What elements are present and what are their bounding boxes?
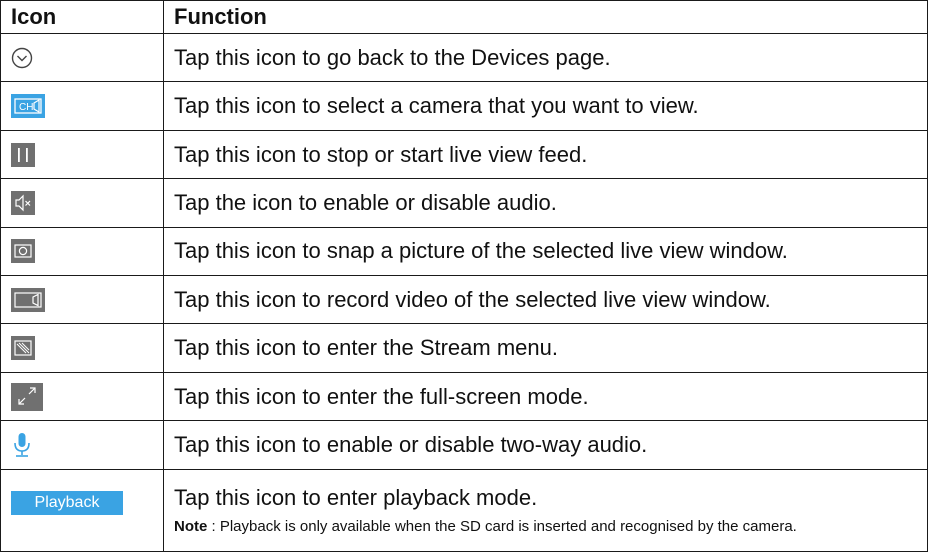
function-column-header: Function xyxy=(163,0,928,34)
icon-column-header: Icon xyxy=(0,0,164,34)
table-row: CH Tap this icon to select a camera that… xyxy=(0,81,928,131)
icon-cell xyxy=(0,32,164,83)
note-label: Note xyxy=(174,517,208,535)
svg-text:CH: CH xyxy=(19,102,33,113)
snapshot-icon xyxy=(11,239,35,264)
pause-icon xyxy=(11,142,35,167)
stream-menu-icon xyxy=(11,336,35,361)
table-row: Tap this icon to enter the Stream menu. xyxy=(0,323,928,373)
icon-function-table: Icon Function Tap this icon to go back t… xyxy=(0,0,928,553)
function-text: Tap this icon to select a camera that yo… xyxy=(163,81,928,131)
table-row: Tap this icon to enter the full-screen m… xyxy=(0,371,928,422)
icon-cell xyxy=(0,129,164,180)
chevron-down-circle-icon xyxy=(11,47,33,69)
fullscreen-icon xyxy=(11,382,43,411)
table-row: Tap this icon to stop or start live view… xyxy=(0,129,928,180)
table-header-row: Icon Function xyxy=(0,0,928,34)
table-row: Tap this icon to enable or disable two-w… xyxy=(0,420,928,470)
function-text: Tap this icon to enter the Stream menu. xyxy=(163,323,928,373)
note-body: : Playback is only available when the SD… xyxy=(207,517,797,535)
icon-cell: CH xyxy=(0,81,164,131)
table-row: Tap this icon to go back to the Devices … xyxy=(0,32,928,83)
icon-cell xyxy=(0,226,164,277)
function-text: Tap the icon to enable or disable audio. xyxy=(163,178,928,228)
table-row: Playback Tap this icon to enter playback… xyxy=(0,468,928,553)
function-text: Tap this icon to snap a picture of the s… xyxy=(163,226,928,277)
icon-cell: Playback xyxy=(0,468,164,553)
speaker-mute-icon xyxy=(11,190,35,215)
function-text: Tap this icon to enter playback mode. xyxy=(174,484,538,510)
function-text-cell: Tap this icon to enter playback mode. No… xyxy=(163,468,928,553)
table-row: Tap the icon to enable or disable audio. xyxy=(0,178,928,228)
table-row: Tap this icon to snap a picture of the s… xyxy=(0,226,928,277)
record-video-icon xyxy=(11,287,45,312)
icon-cell xyxy=(0,323,164,373)
microphone-icon xyxy=(11,431,33,459)
function-text: Tap this icon to record video of the sel… xyxy=(163,275,928,325)
camera-select-icon: CH xyxy=(11,94,45,119)
table-row: Tap this icon to record video of the sel… xyxy=(0,275,928,325)
function-text: Tap this icon to stop or start live view… xyxy=(163,129,928,180)
icon-cell xyxy=(0,275,164,325)
playback-button: Playback xyxy=(11,491,123,516)
note-text: Note : Playback is only available when t… xyxy=(174,517,917,536)
icon-cell xyxy=(0,371,164,422)
icon-cell xyxy=(0,420,164,470)
function-text: Tap this icon to enter the full-screen m… xyxy=(163,371,928,422)
icon-cell xyxy=(0,178,164,228)
function-text: Tap this icon to enable or disable two-w… xyxy=(163,420,928,470)
function-text: Tap this icon to go back to the Devices … xyxy=(163,32,928,83)
